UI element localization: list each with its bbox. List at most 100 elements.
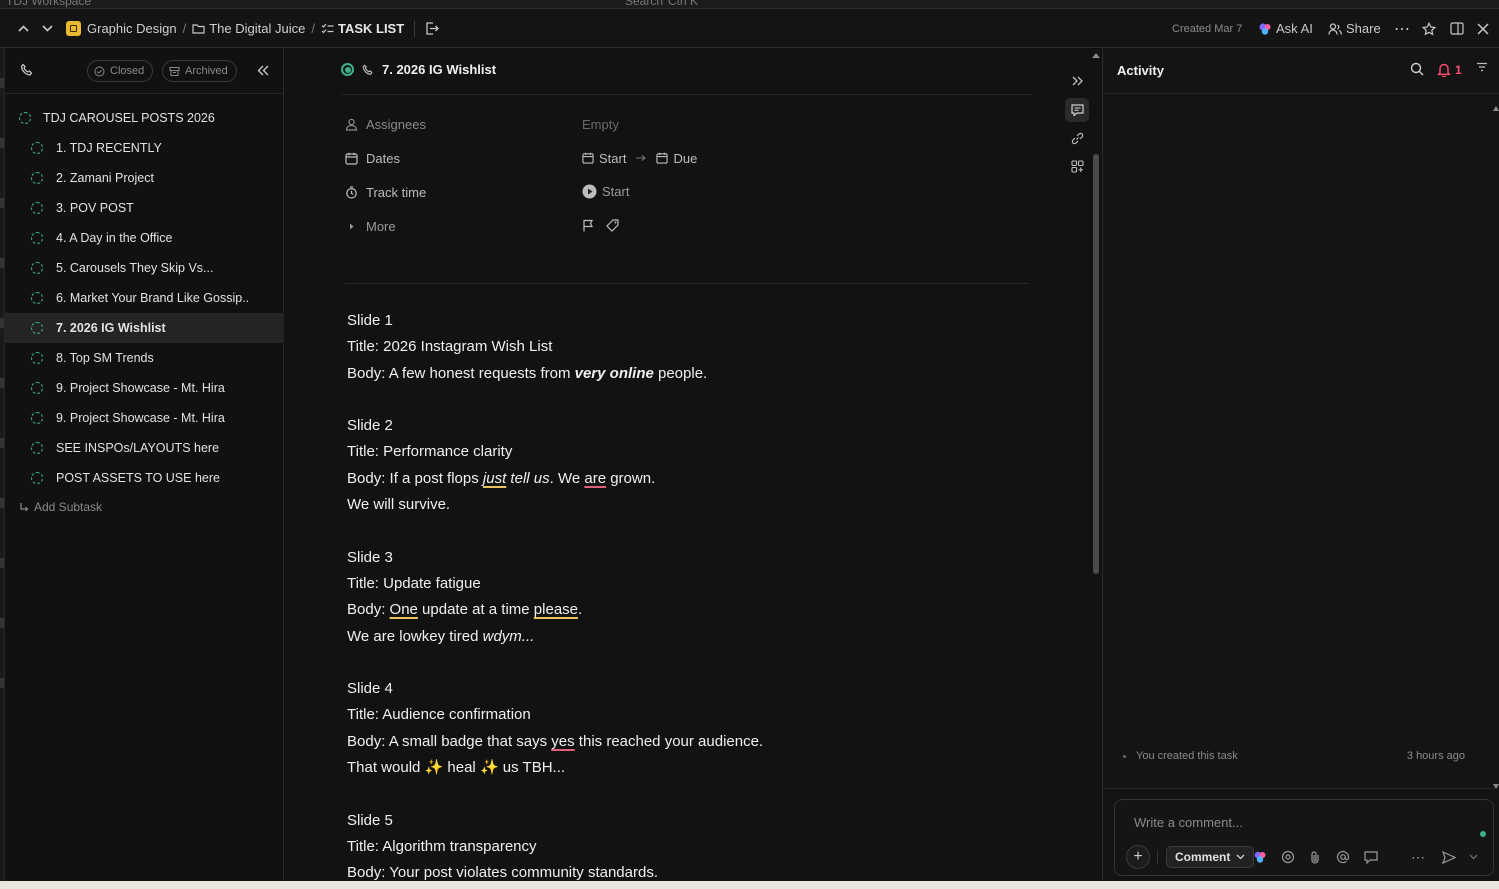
comment-composer: + Comment ⋯ xyxy=(1114,799,1494,876)
send-comment-button[interactable] xyxy=(1442,848,1456,866)
subtask-row[interactable]: 9. Project Showcase - Mt. Hira xyxy=(5,373,284,403)
panel-layout-icon xyxy=(1450,22,1464,35)
start-date[interactable]: Start xyxy=(599,151,626,166)
send-icon xyxy=(1442,850,1456,864)
task-status-icon[interactable] xyxy=(31,262,43,274)
desktop-taskbar-edge xyxy=(0,881,1499,889)
scrollbar-thumb[interactable] xyxy=(1093,154,1099,574)
comment-type-dropdown[interactable]: Comment xyxy=(1166,846,1255,868)
divider xyxy=(414,20,416,37)
doc-line: Title: Algorithm transparency xyxy=(347,837,537,855)
scroll-up-icon[interactable] xyxy=(1492,104,1499,112)
task-status-icon[interactable] xyxy=(31,202,43,214)
flag-icon[interactable] xyxy=(582,219,594,232)
ai-assist-button[interactable] xyxy=(1253,848,1267,866)
subtask-label: 4. A Day in the Office xyxy=(56,231,173,245)
activity-header: Activity 1 xyxy=(1103,48,1499,94)
send-options-button[interactable] xyxy=(1469,848,1478,866)
task-status-icon[interactable] xyxy=(31,442,43,454)
breadcrumb-folder[interactable]: The Digital Juice xyxy=(209,21,305,36)
doc-line: Title: Performance clarity xyxy=(347,443,513,461)
task-status-icon[interactable] xyxy=(31,172,43,184)
add-subtask-button[interactable]: Add Subtask xyxy=(19,500,102,514)
next-task-button[interactable] xyxy=(37,9,57,48)
favorite-button[interactable] xyxy=(1422,9,1436,48)
archived-filter[interactable]: Archived xyxy=(162,60,237,82)
share-button[interactable]: Share xyxy=(1328,9,1381,48)
archive-icon xyxy=(169,66,180,76)
due-date[interactable]: Due xyxy=(673,151,697,166)
add-attachment-button[interactable]: + xyxy=(1126,845,1150,869)
subtask-row[interactable]: 2. Zamani Project xyxy=(5,163,284,193)
search-shortcut: Ctrl K xyxy=(668,0,698,8)
task-status-icon[interactable] xyxy=(31,292,43,304)
move-task-icon[interactable] xyxy=(425,22,440,35)
dates-value[interactable]: Start Due xyxy=(582,147,697,169)
more-composer-options[interactable]: ⋯ xyxy=(1411,848,1425,866)
mention-button[interactable] xyxy=(1336,848,1350,866)
breadcrumb-list[interactable]: TASK LIST xyxy=(338,21,404,36)
task-title-row: 7. 2026 IG Wishlist xyxy=(341,62,496,77)
doc-line: Slide 2 xyxy=(347,417,393,435)
parent-task-row[interactable]: TDJ CAROUSEL POSTS 2026 xyxy=(5,103,284,133)
subtask-row[interactable]: POST ASSETS TO USE here xyxy=(5,463,284,493)
task-status-icon[interactable] xyxy=(31,412,43,424)
closed-filter-label: Closed xyxy=(110,65,145,77)
scroll-down-icon[interactable] xyxy=(1492,783,1499,791)
search-activity-button[interactable] xyxy=(1410,62,1424,76)
phone-link-icon xyxy=(362,63,373,75)
dates-property: Dates xyxy=(345,147,400,169)
task-status-icon[interactable] xyxy=(31,352,43,364)
tag-icon[interactable] xyxy=(606,218,619,232)
ask-ai-button[interactable]: Ask AI xyxy=(1258,9,1313,48)
task-status-icon[interactable] xyxy=(19,112,31,124)
subtask-row[interactable]: SEE INSPOs/LAYOUTS here xyxy=(5,433,284,463)
expand-activity-button[interactable] xyxy=(1065,69,1089,93)
subtask-row[interactable]: 1. TDJ RECENTLY xyxy=(5,133,284,163)
link-task-button[interactable] xyxy=(20,63,34,80)
track-time-start[interactable]: Start xyxy=(582,180,629,202)
sidebar-toggle-button[interactable] xyxy=(1450,9,1464,48)
task-status-icon[interactable] xyxy=(31,232,43,244)
more-options-button[interactable]: ⋯ xyxy=(1394,9,1411,48)
apps-tab-button[interactable] xyxy=(1065,154,1089,178)
activity-tab-button[interactable] xyxy=(1065,98,1089,122)
comment-input[interactable] xyxy=(1134,815,1464,830)
clip-message-button[interactable] xyxy=(1364,848,1378,866)
task-title[interactable]: 7. 2026 IG Wishlist xyxy=(382,62,496,77)
mention-task-button[interactable] xyxy=(1281,848,1295,866)
previous-task-button[interactable] xyxy=(13,9,33,48)
filter-activity-button[interactable] xyxy=(1476,62,1488,72)
created-date: Created Mar 7 xyxy=(1172,22,1243,35)
subtask-row[interactable]: 5. Carousels They Skip Vs... xyxy=(5,253,284,283)
attach-file-button[interactable] xyxy=(1309,848,1321,866)
link-icon xyxy=(1071,132,1083,144)
closed-filter[interactable]: Closed xyxy=(87,60,154,82)
subtask-row[interactable]: 3. POV POST xyxy=(5,193,284,223)
subtask-row[interactable]: 4. A Day in the Office xyxy=(5,223,284,253)
subtask-row[interactable]: 9. Project Showcase - Mt. Hira xyxy=(5,403,284,433)
breadcrumb-space[interactable]: Graphic Design xyxy=(87,21,177,36)
doc-line: We are lowkey tired wdym... xyxy=(347,627,535,645)
assignees-value[interactable]: Empty xyxy=(582,113,619,135)
dates-label: Dates xyxy=(366,150,400,166)
task-status-icon[interactable] xyxy=(31,322,43,334)
ellipsis-icon: ⋯ xyxy=(1394,20,1411,38)
add-subtask-label: Add Subtask xyxy=(34,500,103,514)
notifications-button[interactable]: 1 xyxy=(1437,62,1462,77)
calendar-icon xyxy=(345,152,358,165)
close-button[interactable] xyxy=(1477,9,1489,48)
task-status-icon[interactable] xyxy=(31,142,43,154)
double-chevron-left-icon xyxy=(257,65,269,76)
scroll-up-icon[interactable] xyxy=(1091,51,1101,59)
task-status-icon[interactable] xyxy=(341,63,354,76)
more-properties-toggle[interactable]: More xyxy=(345,215,396,237)
collapse-panel-button[interactable] xyxy=(257,64,269,79)
subtask-row[interactable]: 7. 2026 IG Wishlist xyxy=(5,313,284,343)
subtask-row[interactable]: 8. Top SM Trends xyxy=(5,343,284,373)
subtask-row[interactable]: 6. Market Your Brand Like Gossip.. xyxy=(5,283,284,313)
links-tab-button[interactable] xyxy=(1065,126,1089,150)
task-description[interactable]: Slide 1 Title: 2026 Instagram Wish List … xyxy=(347,308,1027,882)
task-status-icon[interactable] xyxy=(31,472,43,484)
task-status-icon[interactable] xyxy=(31,382,43,394)
